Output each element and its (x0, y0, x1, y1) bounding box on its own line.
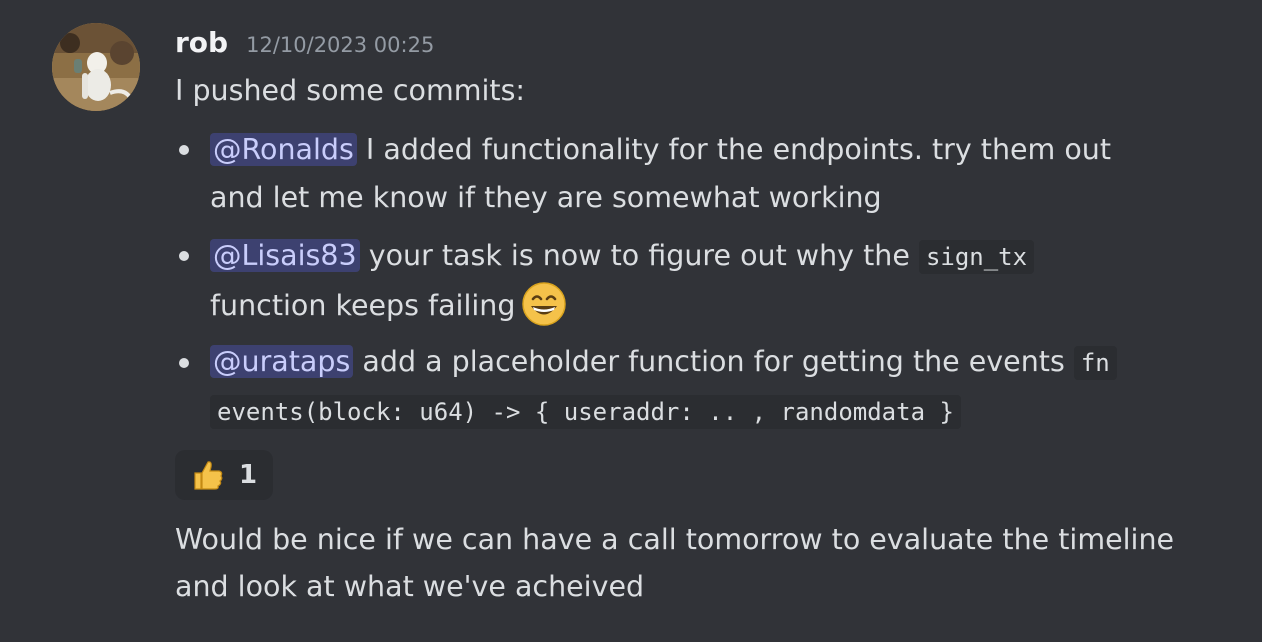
bullet-text: your task is now to figure out why the (359, 239, 919, 272)
bullet-text: I added functionality for the endpoints.… (356, 133, 1112, 166)
bullet-dot (179, 145, 189, 155)
chat-message: rob 12/10/2023 00:25 I pushed some commi… (0, 0, 1262, 642)
list-item: @Ronalds I added functionality for the e… (210, 126, 1190, 222)
user-mention[interactable]: @Lisais83 (210, 239, 360, 272)
inline-code: fn (1073, 346, 1117, 380)
thumbs-up-icon (194, 461, 223, 490)
avatar-image (52, 23, 140, 111)
smile-icon (522, 282, 567, 326)
message-header: rob 12/10/2023 00:25 (175, 26, 434, 66)
bullet-text: function keeps failing (210, 289, 516, 322)
message-intro: I pushed some commits: (175, 74, 526, 107)
thumbs-up-emoji (191, 458, 225, 492)
timestamp: 12/10/2023 00:25 (246, 33, 435, 57)
bullet-text: add a placeholder function for getting t… (353, 345, 1074, 378)
bullet-dot (179, 251, 189, 261)
user-mention[interactable]: @Ronalds (210, 133, 357, 166)
followup-message: and look at what we've acheived (175, 570, 645, 603)
bullet-text: and let me know if they are somewhat wor… (210, 181, 882, 214)
list-item: @Lisais83 your task is now to figure out… (210, 232, 1190, 330)
user-avatar[interactable] (52, 23, 140, 111)
inline-code: sign_tx (918, 240, 1035, 274)
reaction-button[interactable]: 1 (175, 450, 273, 500)
user-mention[interactable]: @urataps (210, 345, 354, 378)
followup-message: Would be nice if we can have a call tomo… (175, 523, 1175, 556)
inline-code: events(block: u64) -> { useraddr: .. , r… (210, 395, 961, 429)
reaction-count: 1 (239, 460, 258, 490)
bullet-dot (179, 358, 189, 368)
username[interactable]: rob (175, 26, 228, 59)
grinning-smiling-eyes-emoji[interactable] (521, 281, 567, 327)
list-item: @urataps add a placeholder function for … (210, 338, 1190, 436)
